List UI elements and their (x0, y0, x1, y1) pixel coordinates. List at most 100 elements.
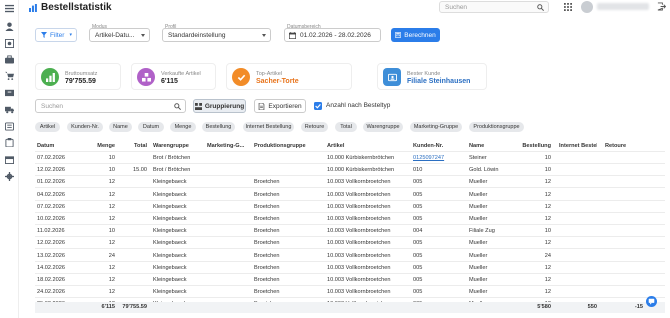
column-header[interactable]: Retoure (605, 140, 643, 152)
date-range-input[interactable]: 01.02.2026 - 28.02.2026 (284, 28, 381, 42)
sidebar-item-user[interactable] (4, 21, 15, 32)
customer-link[interactable]: 0125097247 (413, 152, 463, 164)
table-cell: Broetchen (254, 179, 280, 186)
page-title-text: Bestellstatistik (41, 2, 112, 13)
column-chip[interactable]: Retoure (301, 122, 328, 132)
column-chip[interactable]: Artikel (35, 122, 60, 132)
menu-icon (5, 4, 14, 13)
table-cell: 12 (108, 179, 115, 186)
boxes-icon (141, 72, 151, 82)
sidebar-item-inventory[interactable] (4, 87, 15, 98)
table-cell (117, 274, 147, 286)
column-header[interactable]: Internet Bestel (559, 140, 597, 152)
table-cell: Steiner (469, 155, 487, 161)
column-header[interactable]: Produktionsgruppe (254, 140, 324, 152)
help-chat-button[interactable] (646, 296, 657, 307)
column-header[interactable]: Datum (37, 140, 77, 152)
column-header[interactable]: Total (117, 140, 147, 152)
global-search-placeholder: Suchen (445, 4, 468, 11)
berechnen-button[interactable]: Berechnen (391, 28, 440, 42)
table-row[interactable]: 18.02.2026 12 Kleingebaeck Broetchen 10.003 … (35, 274, 665, 286)
table-cell (254, 152, 324, 164)
table-row[interactable]: 12.02.2026 10 15.00 Brot / Brötchen 10.000 K… (35, 164, 665, 177)
table-cell: 12.02.2026 (37, 240, 65, 247)
table-cell (559, 237, 597, 249)
filter-button[interactable]: Filter ▾ (35, 28, 77, 42)
table-cell: 13.02.2026 (37, 252, 65, 259)
exportieren-button[interactable]: Exportieren (254, 99, 306, 113)
table-row[interactable]: 12.02.2026 12 Kleingebaeck Broetchen 10.003 … (35, 237, 665, 250)
column-header[interactable]: Artikel (327, 140, 413, 152)
sidebar-item-settings[interactable] (4, 171, 15, 182)
column-chip[interactable]: Menge (170, 122, 196, 132)
table-cell (117, 201, 147, 213)
table-row[interactable]: 04.02.2026 12 Kleingebaeck Broetchen 10.003 … (35, 189, 665, 201)
sidebar-item-menu[interactable] (4, 3, 15, 14)
gruppierung-button[interactable]: Gruppierung (193, 99, 246, 113)
table-row[interactable]: 07.02.2026 10 Brot / Brötchen 10.000 Kürbis… (35, 152, 665, 164)
sidebar-item-truck[interactable] (4, 104, 15, 115)
column-chip[interactable]: Marketing-Gruppe (410, 122, 462, 132)
table-row[interactable]: 11.02.2026 10 Kleingebaeck Broetchen 10.003 … (35, 225, 665, 238)
table-row[interactable]: 01.02.2026 12 Kleingebaeck Broetchen 10.003 … (35, 176, 665, 189)
table-row[interactable]: 14.02.2026 12 Kleingebaeck Broetchen 10.003 … (35, 262, 665, 274)
column-header[interactable]: Marketing-G... (207, 140, 249, 152)
sidebar-item-document[interactable] (4, 121, 15, 132)
table-cell (559, 274, 597, 286)
footer-menge: 6'115 (101, 304, 115, 310)
table-cell: 005 (413, 240, 423, 247)
table-cell: 12.02.2026 (37, 167, 65, 174)
table-row[interactable]: 13.02.2026 24 Kleingebaeck Broetchen 10.003 … (35, 250, 665, 262)
table-row[interactable]: 24.02.2026 12 Kleingebaeck Broetchen 10.003 … (35, 286, 665, 299)
column-chip[interactable]: Datum (138, 122, 164, 132)
sidebar-item-clipboard[interactable] (4, 137, 15, 148)
global-search-input[interactable]: Suchen (439, 1, 549, 13)
package-icon (5, 156, 14, 164)
column-header[interactable]: Warengruppe (153, 140, 207, 152)
column-header[interactable]: Kunden-Nr. (413, 140, 463, 152)
table-row[interactable]: 10.02.2026 12 Kleingebaeck Broetchen 10.003 … (35, 213, 665, 225)
document-icon (5, 122, 14, 131)
column-chip[interactable]: Bestellung (202, 122, 235, 132)
calendar-icon (289, 32, 296, 39)
logout-icon[interactable] (657, 2, 666, 11)
column-chip[interactable]: Name (109, 122, 132, 132)
kpi-kunde-circle (383, 68, 401, 86)
column-chip[interactable]: Internet Bestellung (243, 122, 294, 132)
table-cell: Brot / Brötchen (153, 167, 191, 174)
sidebar-item-cart[interactable] (4, 70, 15, 81)
column-header[interactable]: Menge (79, 140, 115, 152)
kpi-value[interactable]: Filiale Steinhausen (407, 78, 470, 85)
column-header[interactable]: Name (469, 140, 513, 152)
anzahl-checkbox[interactable] (314, 102, 322, 110)
profil-select[interactable]: Standardeinstellung (162, 28, 271, 42)
column-chip[interactable]: Produktionsgruppe (469, 122, 524, 132)
avatar[interactable] (581, 1, 593, 13)
apps-grid-icon[interactable] (564, 3, 572, 11)
table-cell (605, 274, 643, 286)
sidebar-item-analytics[interactable] (4, 38, 15, 49)
table-cell (559, 250, 597, 262)
table-cell: Kleingebaeck (153, 191, 187, 198)
table-cell: Mueller (469, 277, 488, 283)
table-cell: 11.02.2026 (37, 228, 65, 235)
column-chip[interactable]: Warengruppe (363, 122, 403, 132)
table-cell: 04.02.2026 (37, 191, 65, 198)
column-chip[interactable]: Total (335, 122, 357, 132)
modus-select[interactable]: Artikel-Datu... (89, 28, 150, 42)
table-cell (605, 201, 643, 213)
user-name-blurred (597, 3, 649, 10)
kpi-top-artikel: Top-Artikel Sacher-Torte (226, 63, 352, 90)
sidebar-item-package[interactable] (4, 154, 15, 165)
top-header: Bestellstatistik Suchen (19, 0, 670, 16)
table-row[interactable]: 07.02.2026 12 Kleingebaeck Broetchen 10.003 … (35, 201, 665, 213)
column-header[interactable]: Bestellung (515, 140, 551, 152)
table-cell: Kleingebaeck (153, 228, 187, 235)
table-cell (605, 250, 643, 262)
table-cell: 005 (413, 289, 423, 296)
table-search-input[interactable]: Suchen (35, 99, 186, 113)
sidebar-item-briefcase[interactable] (4, 54, 15, 65)
table-cell: 12 (544, 191, 551, 198)
table-cell: 10.003 Vollkornbroetchen (327, 277, 391, 283)
column-chip[interactable]: Kunden-Nr. (67, 122, 103, 132)
